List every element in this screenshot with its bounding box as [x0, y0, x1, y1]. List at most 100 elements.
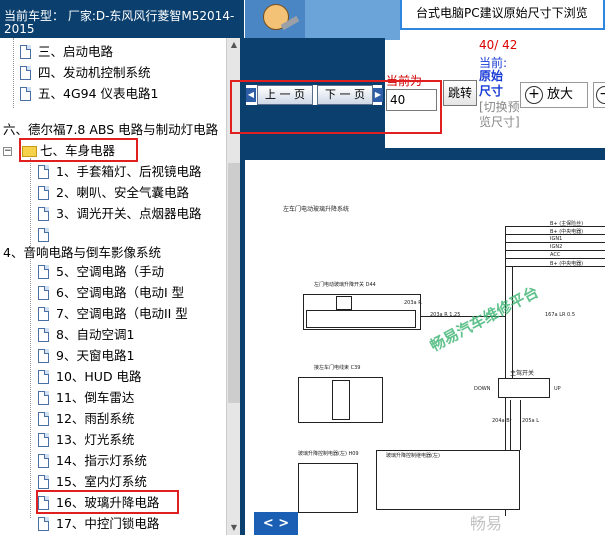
document-icon: [38, 370, 49, 384]
tree-item-label: 14、指示灯系统: [56, 453, 147, 468]
zoom-in-button[interactable]: + 放大: [520, 82, 588, 108]
tree-item-label: 11、倒车雷达: [56, 390, 135, 405]
connector-c39-label: 接左车门电线束 C39: [314, 365, 361, 371]
tree-item-label: 16、玻璃升降电路: [56, 495, 160, 510]
zoom-out-button[interactable]: −: [593, 82, 605, 108]
tree-item[interactable]: 13、灯光系统: [0, 430, 226, 450]
tree-item-label: 15、室内灯系统: [56, 474, 147, 489]
tree-item[interactable]: 4、音响电路与倒车影像系统: [0, 243, 226, 263]
document-icon: [38, 307, 49, 321]
prev-arrow-icon[interactable]: ◀: [246, 88, 256, 102]
driver-switch: [498, 378, 550, 398]
page-count: 40/ 42: [479, 38, 518, 52]
scroll-thumb[interactable]: [228, 163, 240, 403]
tree-item[interactable]: 1、手套箱灯、后视镜电路: [0, 162, 226, 182]
wire-label: 203a R: [404, 300, 422, 306]
connector-d44-label: 左门电动玻璃升降开关 D44: [314, 282, 376, 288]
bus-label: B+ (中央电器): [550, 229, 584, 235]
tree-item[interactable]: 6、空调电路（电动I 型: [0, 283, 226, 303]
zoom-in-icon: +: [525, 86, 543, 104]
document-icon: [38, 165, 49, 179]
scroll-down-button[interactable]: ▼: [227, 521, 241, 535]
document-icon: [38, 228, 49, 242]
tree-item-label: 四、发动机控制系统: [38, 65, 151, 80]
bottom-logo: 畅易: [470, 514, 503, 533]
document-icon: [20, 87, 31, 101]
vehicle-title: 当前车型： 厂家:D-东风风行菱智M52014-2015: [0, 0, 244, 38]
bus-label: B+ (中央电器): [550, 261, 584, 267]
toggle-preview-link[interactable]: [切换预览尺寸]: [479, 100, 521, 130]
document-icon: [38, 328, 49, 342]
wire-label: 203a R 1.25: [430, 312, 461, 318]
switch-label: 主驾开关: [510, 370, 535, 377]
tree-scrollbar[interactable]: ▲ ▼: [226, 38, 241, 535]
tree-item[interactable]: − 七、车身电器: [0, 141, 226, 161]
tree-item[interactable]: 3、调光开关、点烟器电路: [0, 204, 226, 224]
tree-item-label: 13、灯光系统: [56, 432, 135, 447]
document-icon: [20, 45, 31, 59]
tree-item-label: 1、手套箱灯、后视镜电路: [56, 164, 202, 179]
tree-item-label: 2、喇叭、安全气囊电路: [56, 185, 189, 200]
document-icon: [38, 496, 49, 510]
tree-item-label: 4、音响电路与倒车影像系统: [3, 245, 161, 260]
next-arrow-icon[interactable]: ▶: [373, 88, 383, 102]
document-icon: [38, 265, 49, 279]
tree-item[interactable]: 10、HUD 电路: [0, 367, 226, 387]
diagram-title: 左车门电动玻璃升降系统: [283, 206, 350, 213]
tree-item[interactable]: 五、4G94 仪表电路1: [0, 84, 226, 104]
zoom-out-icon: −: [596, 86, 605, 104]
catalog-tree: 三、启动电路四、发动机控制系统 五、4G94 仪表电路1 六、德尔福7.8 ABS …: [0, 38, 226, 535]
tree-item-label: 17、中控门锁电路: [56, 516, 160, 531]
current-page-label: 当前为: [386, 74, 423, 88]
browser-tip-banner: 台式电脑PC建议原始尺寸下浏览: [400, 0, 605, 30]
tree-item[interactable]: 9、天窗电路1: [0, 346, 226, 366]
collapse-toggle-icon[interactable]: −: [3, 147, 12, 156]
jump-button[interactable]: 跳转: [443, 80, 477, 106]
page-number-input[interactable]: [386, 89, 437, 111]
prev-page-button[interactable]: 上 一 页: [257, 85, 313, 105]
banner-background: [300, 0, 400, 40]
scroll-up-button[interactable]: ▲: [227, 38, 241, 52]
tree-item-label: 五、4G94 仪表电路1: [38, 86, 159, 101]
wire-label: 205a L: [522, 418, 539, 424]
document-icon: [38, 349, 49, 363]
tree-item-label: 6、空调电路（电动I 型: [56, 285, 185, 300]
bus-label: IGN1: [550, 236, 563, 242]
folder-open-icon: [22, 146, 37, 157]
tree-item-label: 12、雨刮系统: [56, 411, 135, 426]
tree-item[interactable]: 三、启动电路: [0, 42, 226, 62]
down-label: DOWN: [474, 386, 491, 392]
tree-item[interactable]: 16、玻璃升降电路: [0, 493, 226, 513]
tree-item[interactable]: 11、倒车雷达: [0, 388, 226, 408]
tree-item[interactable]: 六、德尔福7.8 ABS 电路与制动灯电路: [0, 120, 226, 140]
tree-item[interactable]: 2、喇叭、安全气囊电路: [0, 183, 226, 203]
tree-item[interactable]: 四、发动机控制系统: [0, 63, 226, 83]
tree-item-label: 10、HUD 电路: [56, 369, 142, 384]
tree-item[interactable]: 12、雨刮系统: [0, 409, 226, 429]
next-page-button[interactable]: 下 一 页: [317, 85, 373, 105]
document-icon: [38, 286, 49, 300]
bus-label: IGN2: [550, 244, 563, 250]
tree-item[interactable]: 8、自动空调1: [0, 325, 226, 345]
relay-label: 玻璃升降控制继电器(左): [386, 453, 440, 459]
tree-item[interactable]: 5、空调电路（手动: [0, 262, 226, 282]
document-icon: [38, 475, 49, 489]
original-size-link[interactable]: 原始尺寸: [479, 69, 509, 99]
zoom-in-label: 放大: [547, 87, 574, 102]
tree-item-label: 5、空调电路（手动: [56, 264, 164, 279]
tree-item[interactable]: 14、指示灯系统: [0, 451, 226, 471]
tree-item[interactable]: 7、空调电路（电动II 型: [0, 304, 226, 324]
connector-h09: [298, 463, 358, 513]
document-icon: [38, 207, 49, 221]
relay-box: [376, 450, 520, 510]
page-nav-toggle[interactable]: < >: [254, 512, 298, 535]
document-icon: [38, 433, 49, 447]
tree-item[interactable]: 15、室内灯系统: [0, 472, 226, 492]
tree-item[interactable]: 17、中控门锁电路: [0, 514, 226, 534]
tree-item-label: 3、调光开关、点烟器电路: [56, 206, 202, 221]
tree-item[interactable]: [0, 225, 226, 245]
tree-item-label: 六、德尔福7.8 ABS 电路与制动灯电路: [3, 122, 219, 137]
document-icon: [38, 186, 49, 200]
bus-label: B+ (主保险丝): [550, 221, 584, 227]
document-icon: [38, 454, 49, 468]
